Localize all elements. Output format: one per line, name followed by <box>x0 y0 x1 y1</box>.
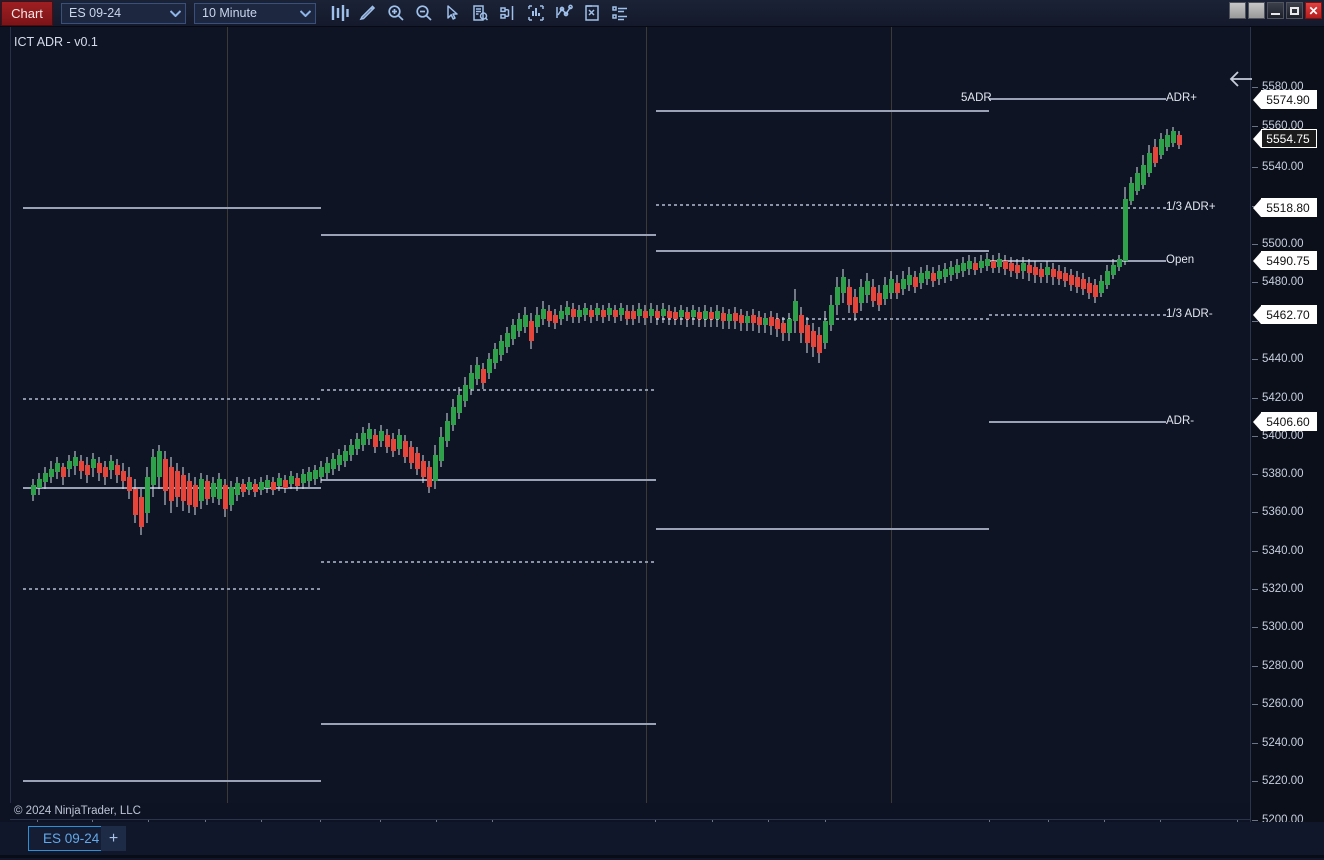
level-label-5adr: 5ADR <box>961 92 992 104</box>
chart-tab-bar: ES 09-24 + <box>0 822 1324 860</box>
window-button-blank-1[interactable] <box>1229 2 1246 19</box>
price-tick: 5380.00 <box>1251 467 1324 481</box>
chevron-down-icon <box>295 4 315 23</box>
data-box-icon[interactable] <box>467 2 493 25</box>
window-controls: ✕ <box>1229 2 1322 19</box>
chart-graphics <box>11 27 1250 803</box>
price-axis[interactable]: 5580.00 5560.00 5540.00 5520.00 5500.00 … <box>1250 27 1324 860</box>
chevron-down-icon <box>165 4 185 23</box>
close-icon[interactable]: ✕ <box>1305 2 1322 19</box>
price-tick: 5220.00 <box>1251 774 1324 788</box>
price-tag-adr-plus: 5574.90 <box>1253 90 1317 109</box>
window-button-blank-2[interactable] <box>1248 2 1265 19</box>
chart-bars-icon[interactable] <box>523 2 549 25</box>
price-tick: 5480.00 <box>1251 275 1324 289</box>
period-value: 10 Minute <box>195 6 295 20</box>
price-tick: 5280.00 <box>1251 659 1324 673</box>
price-tick: 5420.00 <box>1251 391 1324 405</box>
candlesticks <box>31 127 1182 535</box>
price-plot[interactable]: 5ADR ADR+ 1/3 ADR+ Open 1/3 ADR- ADR- <box>10 27 1250 803</box>
toolbar: Chart ES 09-24 10 Minute <box>0 0 1324 27</box>
zoom-out-icon[interactable] <box>411 2 437 25</box>
period-selector[interactable]: 10 Minute <box>194 3 316 24</box>
instrument-selector[interactable]: ES 09-24 <box>61 3 186 24</box>
candle-bodies <box>31 131 1182 527</box>
level-label-adr-minus: ADR- <box>1166 415 1194 427</box>
price-tick: 5540.00 <box>1251 160 1324 174</box>
cursor-icon[interactable] <box>439 2 465 25</box>
instrument-value: ES 09-24 <box>62 6 165 20</box>
chart-indicator-title: ICT ADR - v0.1 <box>14 35 98 49</box>
price-tick: 5260.00 <box>1251 697 1324 711</box>
level-label-open: Open <box>1166 254 1194 266</box>
close-glyph: ✕ <box>1308 5 1318 17</box>
price-tick: 5440.00 <box>1251 352 1324 366</box>
indicators-icon[interactable] <box>495 2 521 25</box>
properties-list-icon[interactable] <box>607 2 633 25</box>
price-tag-adr-minus: 5406.60 <box>1253 412 1317 431</box>
tabbar-underline <box>0 855 1324 858</box>
price-tick: 5500.00 <box>1251 237 1324 251</box>
copyright-notice: © 2024 NinjaTrader, LLC <box>14 805 141 817</box>
level-label-adr-plus: ADR+ <box>1166 92 1197 104</box>
adr-solid-lines <box>23 99 1166 781</box>
price-tag-third-adr-minus: 5462.70 <box>1253 305 1317 324</box>
maximize-icon[interactable] <box>1286 2 1303 19</box>
price-tick: 5300.00 <box>1251 620 1324 634</box>
price-tag-last-price: 5554.75 <box>1253 129 1317 148</box>
zoom-in-icon[interactable] <box>383 2 409 25</box>
price-tick: 5400.00 <box>1251 429 1324 443</box>
price-tick: 5320.00 <box>1251 582 1324 596</box>
level-label-third-adr-plus: 1/3 ADR+ <box>1166 201 1216 213</box>
back-arrow-icon[interactable] <box>1228 69 1254 94</box>
chart-area: 5ADR ADR+ 1/3 ADR+ Open 1/3 ADR- ADR- IC… <box>0 27 1324 860</box>
strategies-icon[interactable] <box>579 2 605 25</box>
chart-menu-button[interactable]: Chart <box>1 1 53 26</box>
price-tick: 5240.00 <box>1251 736 1324 750</box>
level-label-third-adr-minus: 1/3 ADR- <box>1166 308 1213 320</box>
line-chart-icon[interactable] <box>551 2 577 25</box>
price-tick: 5340.00 <box>1251 544 1324 558</box>
bars-icon[interactable] <box>327 2 353 25</box>
price-tick: 5360.00 <box>1251 505 1324 519</box>
price-tag-third-adr-plus: 5518.80 <box>1253 198 1317 217</box>
pencil-icon[interactable] <box>355 2 381 25</box>
add-tab-button[interactable]: + <box>101 826 126 851</box>
ninjatrader-chart-window: Chart ES 09-24 10 Minute <box>0 0 1324 860</box>
minimize-icon[interactable] <box>1267 2 1284 19</box>
price-tag-open: 5490.75 <box>1253 251 1317 270</box>
